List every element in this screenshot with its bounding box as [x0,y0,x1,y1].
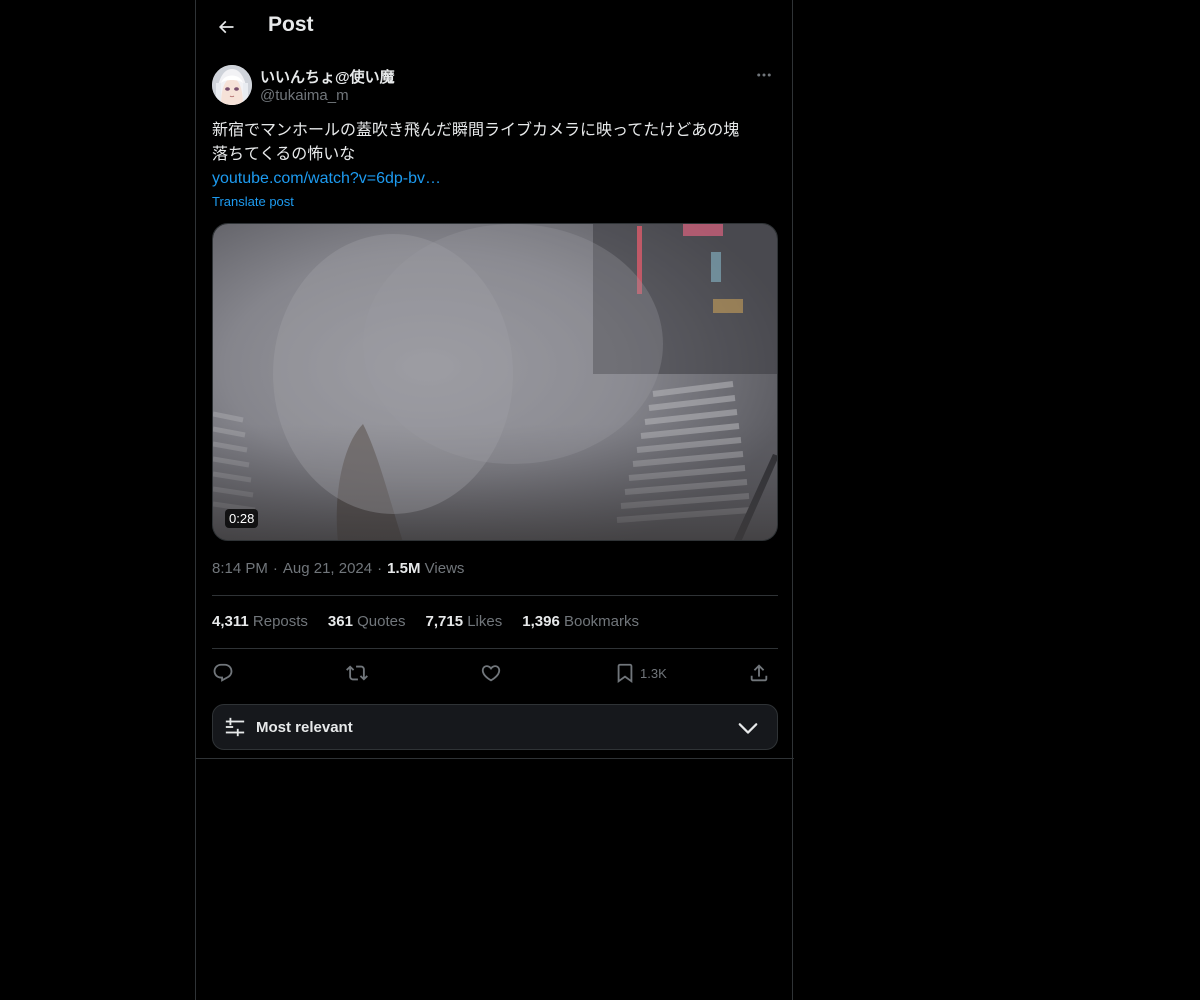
like-button[interactable] [480,658,502,688]
chevron-down-icon [738,723,758,734]
stat-reposts[interactable]: 4,311 Reposts [212,613,308,630]
sort-label: Most relevant [256,719,353,736]
heart-icon [481,665,501,682]
repost-icon [346,665,368,681]
author-display-name[interactable]: いいんちょ@使い魔 [260,66,395,87]
video-player[interactable]: 0:28 [212,223,778,541]
post-date[interactable]: Aug 21, 2024 [283,560,372,577]
views-count: 1.5M [387,560,421,577]
post-text-line: 落ちてくるの怖いな [212,146,356,163]
bookmark-button[interactable]: 1.3K [614,658,667,688]
page-title: Post [268,13,314,36]
post-author: いいんちょ@使い魔 @tukaima_m [212,64,778,108]
reply-icon [213,663,233,682]
primary-column: Post いいんちょ@使い魔 @tukaima_m 新宿でマンホールの蓋吹き飛ん… [195,0,794,1000]
post-meta: 8:14 PM · Aug 21, 2024 · 1.5M Views [212,560,465,577]
video-duration: 0:28 [225,509,259,528]
views-label: Views [424,560,465,577]
stat-bookmarks[interactable]: 1,396 Bookmarks [522,613,639,630]
post-link[interactable]: youtube.com/watch?v=6dp-bv… [212,167,441,191]
bookmark-icon [617,663,633,684]
back-button[interactable] [208,9,244,45]
post-time[interactable]: 8:14 PM [212,560,268,577]
divider [196,758,794,759]
share-button[interactable] [748,658,770,688]
share-icon [750,664,768,682]
post-text-line: 新宿でマンホールの蓋吹き飛んだ瞬間ライブカメラに映ってたけどあの塊 [212,122,740,139]
page-header: Post [196,0,794,54]
more-horizontal-icon [757,73,771,77]
action-bar: 1.3K [212,658,778,688]
avatar-image [212,65,252,105]
repost-button[interactable] [346,658,368,688]
reply-button[interactable] [212,658,234,688]
bookmark-count: 1.3K [640,665,667,681]
replies-sort-dropdown[interactable]: Most relevant [212,704,778,750]
more-options-button[interactable] [750,64,778,86]
divider [212,595,778,596]
sliders-icon [225,717,245,737]
stat-likes[interactable]: 7,715 Likes [426,613,503,630]
divider [212,648,778,649]
arrow-left-icon [218,20,234,34]
author-handle[interactable]: @tukaima_m [260,87,349,104]
stat-quotes[interactable]: 361 Quotes [328,613,406,630]
post-text: 新宿でマンホールの蓋吹き飛んだ瞬間ライブカメラに映ってたけどあの塊 落ちてくるの… [212,119,778,191]
video-thumbnail [213,224,777,540]
engagement-stats: 4,311 Reposts 361 Quotes 7,715 Likes 1,396 … [212,613,659,630]
avatar[interactable] [212,65,252,105]
translate-post-link[interactable]: Translate post [212,194,294,209]
